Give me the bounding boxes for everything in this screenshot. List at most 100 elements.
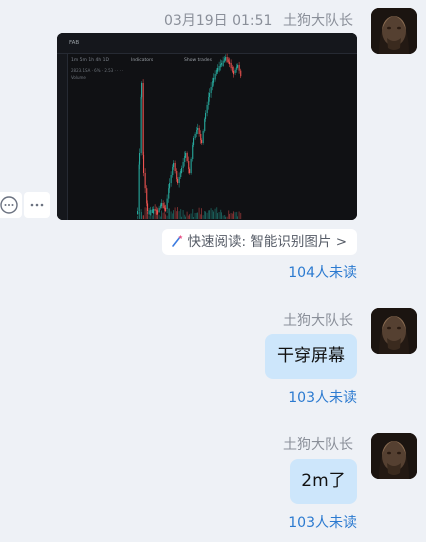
volume-bar [170, 211, 172, 219]
volume-bar [148, 215, 150, 219]
chart-timeframes-text: 1m 5m 1h 4h 1D [71, 57, 110, 63]
chart-show-trades-text: Show trades [184, 57, 213, 63]
volume-bar [221, 212, 222, 219]
volume-bar [154, 214, 156, 219]
candle-body [176, 171, 178, 179]
candle-body [148, 210, 150, 215]
volume-bar [205, 211, 206, 219]
quick-read-label: 快速阅读: 智能识别图片 [187, 234, 332, 250]
volume-bar [213, 211, 214, 219]
volume-bar [185, 216, 186, 219]
volume-bar [237, 216, 238, 219]
sender-name[interactable]: 土狗大队长 [283, 436, 353, 454]
candle-body [221, 63, 223, 65]
candle-body [229, 61, 231, 65]
unread-count[interactable]: 104人未读 [288, 264, 357, 282]
sender-avatar[interactable] [371, 308, 417, 354]
volume-bar [141, 212, 142, 219]
candle-body [240, 70, 242, 77]
volume-bar [181, 216, 182, 219]
candle-body [190, 159, 192, 173]
candle-body [202, 131, 204, 143]
candle-body [188, 161, 190, 169]
candle-body [192, 145, 194, 159]
candle-body [141, 83, 143, 97]
volume-bar [173, 210, 174, 219]
volume-bar [202, 215, 204, 219]
candle-body [178, 177, 180, 183]
chart-stats-text: 2823.1SA · 6% · 2.53 · · · · [71, 68, 123, 73]
candle-body [234, 69, 236, 73]
volume-bar [169, 208, 170, 219]
candle-body [162, 203, 164, 209]
quick-read-chip[interactable]: 快速阅读: 智能识别图片 > [161, 229, 357, 255]
candle-body [181, 168, 183, 174]
volume-bar [147, 211, 148, 219]
volume-bar [189, 214, 190, 219]
volume-bar [161, 210, 162, 219]
volume-bar [151, 215, 153, 219]
candle-body [154, 209, 156, 211]
message-timestamp: 03月19日 01:51 [164, 13, 273, 29]
candle-body [140, 97, 142, 153]
candle-body [198, 128, 200, 134]
volume-bar [165, 214, 166, 219]
sender-name[interactable]: 土狗大队长 [283, 312, 353, 330]
candle-body [225, 57, 227, 61]
message-bubble[interactable]: 干穿屏幕 [265, 334, 357, 379]
volume-bar [209, 210, 210, 219]
volume-bar [198, 207, 200, 219]
candle-body [172, 167, 174, 175]
volume-bar [162, 212, 164, 219]
volume-bar [238, 211, 240, 219]
candle-body [200, 134, 202, 140]
sender-name[interactable]: 土狗大队长 [283, 12, 353, 30]
volume-bar [182, 210, 184, 219]
candle-body [194, 134, 196, 138]
candle-body [139, 153, 141, 165]
volume-bar [217, 213, 218, 219]
candle-body [137, 211, 139, 215]
volume-bar [240, 212, 242, 219]
volume-bar [139, 211, 140, 219]
candle-body [174, 163, 176, 171]
chart-svg: FAB 1m 5m 1h 4h 1D Indicators Show trade… [57, 33, 357, 220]
volume-bar [157, 209, 158, 219]
volume-bar [174, 207, 176, 219]
comment-icon [0, 196, 18, 214]
candle-body [151, 209, 153, 214]
volume-bar [178, 211, 180, 219]
candle-body [230, 63, 232, 69]
candle-body [138, 164, 140, 211]
chart-volume-text: Volume [71, 75, 86, 80]
candle-body [222, 60, 224, 67]
candle-body [173, 163, 175, 167]
more-button[interactable] [24, 192, 50, 218]
candle-body [143, 155, 145, 173]
candle-body [168, 188, 170, 199]
message-bubble[interactable]: 2m了 [290, 459, 357, 504]
sender-avatar[interactable] [371, 433, 417, 479]
volume-bar [186, 211, 188, 219]
unread-count[interactable]: 103人未读 [288, 389, 357, 407]
volume-bar [194, 212, 196, 219]
volume-bar [137, 215, 138, 219]
comment-button[interactable] [0, 192, 22, 218]
candle-body [186, 153, 188, 161]
volume-bar [214, 208, 216, 219]
more-icon [30, 203, 44, 207]
candle-body [153, 209, 155, 214]
volume-bar [153, 213, 154, 219]
volume-bar [150, 214, 152, 219]
candle-body [206, 105, 208, 113]
unread-count[interactable]: 103人未读 [288, 514, 357, 532]
candle-body [213, 78, 215, 83]
candle-body [146, 188, 148, 204]
candle-body [182, 162, 184, 168]
sender-avatar[interactable] [371, 8, 417, 54]
chart-screenshot-image[interactable]: FAB 1m 5m 1h 4h 1D Indicators Show trade… [57, 33, 357, 220]
volume-bar [201, 208, 202, 219]
candle-body [177, 179, 179, 183]
volume-bar [233, 211, 234, 219]
volume-bar [158, 214, 160, 219]
